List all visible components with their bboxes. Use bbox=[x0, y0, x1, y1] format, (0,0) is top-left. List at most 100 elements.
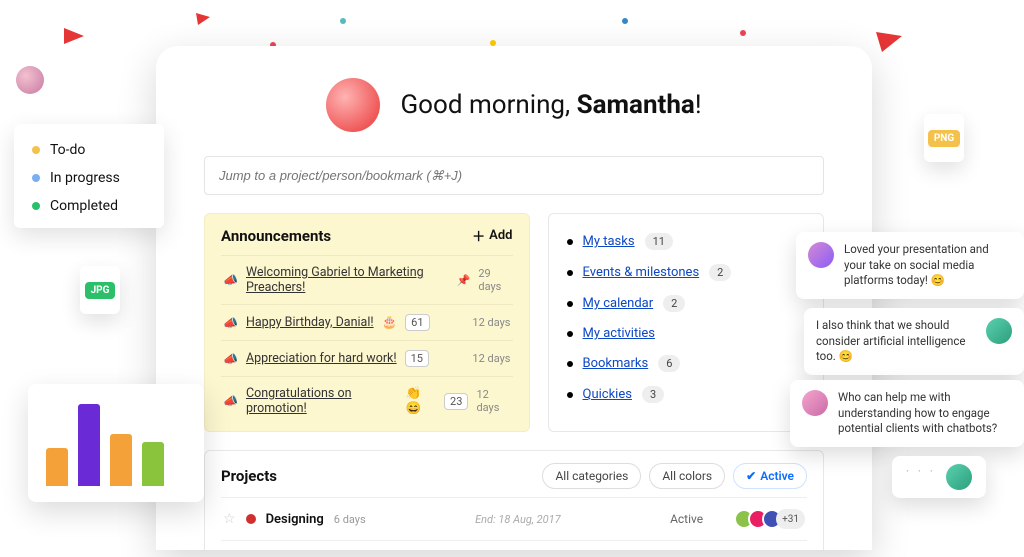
typing-indicator: · · · bbox=[906, 464, 936, 480]
chart-bar bbox=[78, 404, 100, 486]
legend-item-todo: To-do bbox=[32, 142, 146, 158]
legend-label: Completed bbox=[50, 198, 118, 214]
chat-message: Who can help me with understanding how t… bbox=[790, 380, 1024, 447]
legend-dot-icon bbox=[32, 174, 40, 182]
project-members[interactable]: +31 bbox=[740, 509, 805, 529]
quicklink-bookmarks[interactable]: Bookmarks 6 bbox=[567, 348, 806, 379]
announcement-age: 29 days bbox=[478, 267, 510, 293]
filter-active[interactable]: ✔ Active bbox=[733, 463, 807, 489]
legend-label: To-do bbox=[50, 142, 85, 158]
status-legend-card: To-do In progress Completed bbox=[14, 124, 164, 228]
bullet-icon bbox=[567, 301, 573, 307]
project-dates: End: 18 Aug, 2017 bbox=[475, 513, 561, 526]
megaphone-icon: 📣 bbox=[223, 352, 238, 366]
bullet-icon bbox=[567, 392, 573, 398]
announcement-item[interactable]: 📣 Congratulations on promotion! 👏 😄 23 1… bbox=[221, 376, 513, 425]
legend-dot-icon bbox=[32, 202, 40, 210]
quicklink-label[interactable]: My calendar bbox=[583, 296, 654, 311]
quicklink-events[interactable]: Events & milestones 2 bbox=[567, 257, 806, 288]
jump-to-search-input[interactable] bbox=[204, 156, 824, 195]
project-age: 6 days bbox=[334, 513, 366, 526]
chat-text: Loved your presentation and your take on… bbox=[844, 242, 1012, 289]
legend-dot-icon bbox=[32, 146, 40, 154]
greeting-prefix: Good morning, bbox=[400, 90, 576, 120]
quicklink-label[interactable]: Events & milestones bbox=[583, 265, 700, 280]
bullet-icon bbox=[567, 270, 573, 276]
chat-message: I also think that we should consider art… bbox=[804, 308, 1024, 375]
legend-label: In progress bbox=[50, 170, 120, 186]
quicklink-count: 3 bbox=[642, 386, 664, 403]
greeting-suffix: ! bbox=[695, 90, 702, 120]
quicklinks-panel: My tasks 11 Events & milestones 2 My cal… bbox=[548, 213, 825, 432]
file-chip-png: PNG bbox=[924, 114, 964, 162]
chat-avatar bbox=[802, 390, 828, 416]
announcement-link[interactable]: Welcoming Gabriel to Marketing Preachers… bbox=[246, 265, 449, 295]
quicklink-count: 2 bbox=[663, 295, 685, 312]
legend-item-in-progress: In progress bbox=[32, 170, 146, 186]
quicklink-my-tasks[interactable]: My tasks 11 bbox=[567, 226, 806, 257]
quicklink-label[interactable]: My tasks bbox=[583, 234, 635, 249]
announcements-panel: Announcements ＋ Add 📣 Welcoming Gabriel … bbox=[204, 213, 530, 432]
quicklink-label[interactable]: Bookmarks bbox=[583, 356, 649, 371]
user-avatar[interactable] bbox=[326, 78, 380, 132]
bullet-icon bbox=[567, 239, 573, 245]
greeting-text: Good morning, Samantha! bbox=[400, 90, 701, 120]
chat-avatar bbox=[946, 464, 972, 490]
filter-active-label: Active bbox=[760, 469, 794, 483]
announcement-link[interactable]: Congratulations on promotion! bbox=[246, 386, 397, 416]
add-announcement-button[interactable]: ＋ Add bbox=[472, 226, 512, 245]
reaction-count: 23 bbox=[444, 393, 468, 410]
project-row[interactable]: ☆ Designing 6 days End: 18 Aug, 2017 Act… bbox=[221, 497, 807, 540]
quicklink-quickies[interactable]: Quickies 3 bbox=[567, 379, 806, 410]
chart-bar bbox=[110, 434, 132, 486]
members-overflow: +31 bbox=[776, 509, 805, 529]
project-status: Active bbox=[670, 512, 730, 526]
announcement-link[interactable]: Appreciation for hard work! bbox=[246, 351, 397, 366]
quicklink-activities[interactable]: My activities bbox=[567, 319, 806, 348]
project-name[interactable]: Designing bbox=[266, 512, 324, 527]
bullet-icon bbox=[567, 331, 573, 337]
check-icon: ✔ bbox=[746, 469, 756, 483]
emoji: 🎂 bbox=[382, 315, 398, 330]
greeting-name: Samantha bbox=[577, 90, 695, 120]
quicklink-count: 11 bbox=[645, 233, 673, 250]
project-row[interactable]: ☆ Social media 7 days 22 Jun, 2016 → 6 A… bbox=[221, 540, 807, 550]
filter-categories[interactable]: All categories bbox=[542, 463, 641, 489]
quicklink-calendar[interactable]: My calendar 2 bbox=[567, 288, 806, 319]
announcement-item[interactable]: 📣 Appreciation for hard work! 15 12 days bbox=[221, 340, 513, 376]
quicklink-label[interactable]: My activities bbox=[583, 326, 656, 341]
chat-message: Loved your presentation and your take on… bbox=[796, 232, 1024, 299]
megaphone-icon: 📣 bbox=[223, 394, 238, 408]
reaction-count: 61 bbox=[405, 314, 429, 331]
megaphone-icon: 📣 bbox=[223, 273, 238, 287]
announcement-item[interactable]: 📣 Welcoming Gabriel to Marketing Preache… bbox=[221, 255, 513, 304]
file-badge-label: JPG bbox=[85, 282, 116, 299]
pin-icon: 📌 bbox=[457, 274, 471, 287]
file-badge-label: PNG bbox=[928, 130, 960, 147]
megaphone-icon: 📣 bbox=[223, 316, 238, 330]
floating-user-avatar bbox=[16, 66, 44, 94]
quicklink-count: 6 bbox=[658, 355, 680, 372]
mini-bar-chart bbox=[28, 384, 204, 502]
announcements-title: Announcements bbox=[221, 227, 331, 245]
announcement-item[interactable]: 📣 Happy Birthday, Danial! 🎂 61 12 days bbox=[221, 304, 513, 340]
emoji: 👏 😄 bbox=[405, 386, 436, 416]
star-icon[interactable]: ☆ bbox=[223, 511, 236, 527]
bullet-icon bbox=[567, 361, 573, 367]
file-chip-jpg: JPG bbox=[80, 266, 120, 314]
filter-colors[interactable]: All colors bbox=[649, 463, 725, 489]
quicklink-label[interactable]: Quickies bbox=[583, 387, 632, 402]
dashboard-window: Good morning, Samantha! Announcements ＋ … bbox=[156, 46, 872, 550]
chart-bar bbox=[46, 448, 68, 486]
projects-panel: Projects All categories All colors ✔ Acti… bbox=[204, 450, 824, 550]
quicklink-count: 2 bbox=[709, 264, 731, 281]
legend-item-completed: Completed bbox=[32, 198, 146, 214]
chat-text: Who can help me with understanding how t… bbox=[838, 390, 1012, 437]
add-label: Add bbox=[489, 228, 512, 243]
projects-title: Projects bbox=[221, 467, 277, 485]
announcement-age: 12 days bbox=[472, 316, 510, 329]
reaction-count: 15 bbox=[405, 350, 429, 367]
chart-bar bbox=[142, 442, 164, 486]
announcement-link[interactable]: Happy Birthday, Danial! bbox=[246, 315, 374, 330]
announcement-age: 12 days bbox=[476, 388, 510, 414]
